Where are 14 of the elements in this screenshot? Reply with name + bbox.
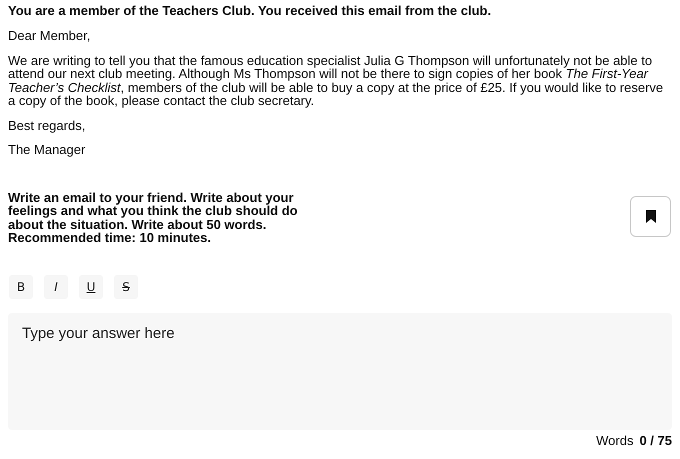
format-button[interactable]: U <box>79 274 103 298</box>
email-paragraph: The Manager <box>8 143 86 156</box>
bookmark-button[interactable] <box>630 196 671 236</box>
format-button[interactable]: B <box>9 274 33 298</box>
task-text: Write an email to your friend. Write about your feelings and what you think the club should do about the situation. Write about 50 words. Recommended time: 10 minutes. <box>8 190 299 244</box>
email-paragraph: Dear Member, <box>8 29 92 42</box>
word-count-label: Words <box>596 432 634 448</box>
email-paragraph: Best regards, <box>8 118 86 132</box>
email-paragraph: We are writing to tell you that the famous education specialist Julia G Thompson will unfortunately not be able to attend our next club meeting. Although Ms Thompson will not be there to sign copies of her book The First-Year Teacher’s Checklist, members of the club will be able to buy a copy at the price of £25. If you would like to reserve a copy of the book, please contact the club secretary. <box>8 54 664 108</box>
format-button[interactable]: S <box>114 274 138 298</box>
instruction-text: You are a member of the Teachers Club. You received this email from the club. <box>8 3 492 18</box>
word-count-value: 0 / 75 <box>639 432 672 448</box>
format-button[interactable]: I <box>44 274 68 298</box>
answer-field[interactable]: Type your answer here <box>8 312 672 430</box>
